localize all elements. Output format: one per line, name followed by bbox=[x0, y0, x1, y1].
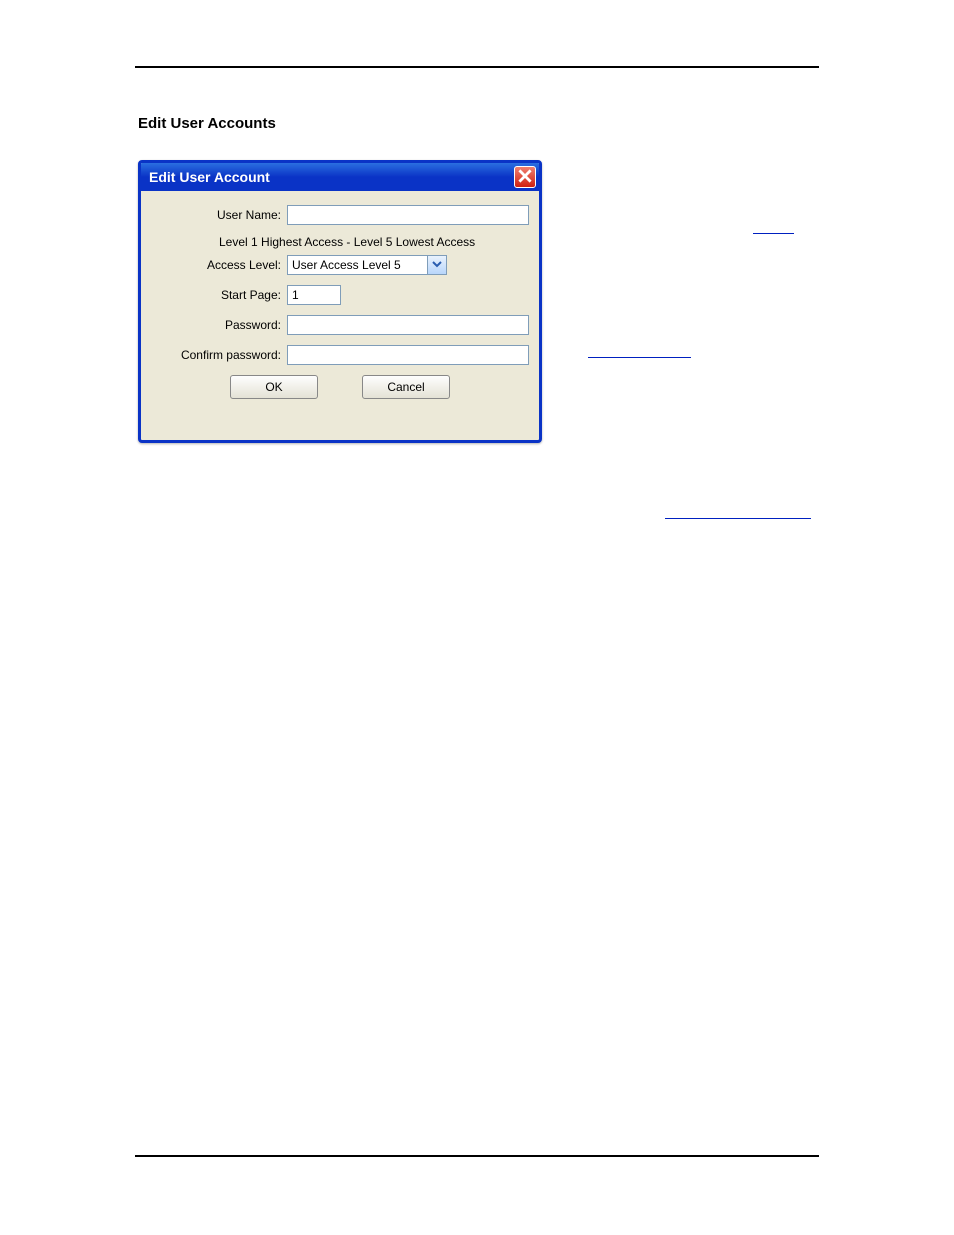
link-underline-3 bbox=[665, 518, 811, 519]
cancel-button[interactable]: Cancel bbox=[362, 375, 450, 399]
row-help-line: Level 1 Highest Access - Level 5 Lowest … bbox=[151, 235, 529, 249]
access-help-text: Level 1 Highest Access - Level 5 Lowest … bbox=[151, 235, 475, 249]
access-level-select[interactable]: User Access Level 5 bbox=[287, 255, 447, 275]
start-page-input[interactable] bbox=[287, 285, 341, 305]
chevron-down-icon bbox=[432, 258, 442, 272]
row-access-level: Access Level: User Access Level 5 bbox=[151, 255, 529, 275]
label-start-page: Start Page: bbox=[151, 288, 287, 302]
row-user-name: User Name: bbox=[151, 205, 529, 225]
link-underline-1 bbox=[753, 233, 794, 234]
close-button[interactable] bbox=[514, 166, 536, 188]
row-password: Password: bbox=[151, 315, 529, 335]
dialog-title: Edit User Account bbox=[149, 169, 270, 185]
section-heading: Edit User Accounts bbox=[138, 115, 276, 132]
ok-button[interactable]: OK bbox=[230, 375, 318, 399]
close-icon bbox=[518, 169, 532, 186]
access-level-value: User Access Level 5 bbox=[292, 258, 401, 272]
label-confirm-password: Confirm password: bbox=[151, 348, 287, 362]
user-name-input[interactable] bbox=[287, 205, 529, 225]
row-confirm-password: Confirm password: bbox=[151, 345, 529, 365]
dialog-body: User Name: Level 1 Highest Access - Leve… bbox=[141, 191, 539, 440]
password-input[interactable] bbox=[287, 315, 529, 335]
dialog-titlebar: Edit User Account bbox=[141, 163, 539, 191]
label-user-name: User Name: bbox=[151, 208, 287, 222]
link-underline-2 bbox=[588, 357, 691, 358]
row-start-page: Start Page: bbox=[151, 285, 529, 305]
dialog-button-row: OK Cancel bbox=[151, 375, 529, 399]
edit-user-account-dialog: Edit User Account User Name: Level 1 Hig… bbox=[138, 160, 542, 443]
confirm-password-input[interactable] bbox=[287, 345, 529, 365]
label-password: Password: bbox=[151, 318, 287, 332]
top-rule bbox=[135, 66, 819, 68]
dropdown-button[interactable] bbox=[427, 256, 446, 274]
label-access-level: Access Level: bbox=[151, 258, 287, 272]
ok-button-label: OK bbox=[265, 380, 282, 394]
cancel-button-label: Cancel bbox=[387, 380, 424, 394]
bottom-rule bbox=[135, 1155, 819, 1157]
document-page: Edit User Accounts Edit User Account Use… bbox=[0, 0, 954, 1235]
